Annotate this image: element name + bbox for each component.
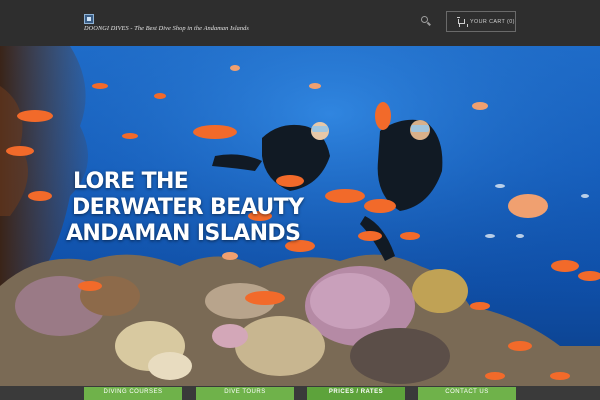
nav-prices-rates[interactable]: PRICES / RATES [307,387,405,400]
logo-icon[interactable] [84,14,94,24]
hero-line-1: LORE THE [73,169,189,194]
main-nav: DIVING COURSES DIVE TOURS PRICES / RATES… [0,386,600,400]
site-header: DOONGI DIVES - The Best Dive Shop in the… [0,0,600,46]
cart-label: YOUR CART (0) [470,18,515,25]
nav-diving-courses[interactable]: DIVING COURSES [84,387,182,400]
hero-line-3: ANDAMAN ISLANDS [66,221,301,246]
nav-label: DIVE TOURS [224,389,266,395]
search-icon[interactable] [420,15,432,27]
hero-line-2: DERWATER BEAUTY [72,195,304,220]
hero-banner: LORE THE DERWATER BEAUTY ANDAMAN ISLANDS [0,46,600,386]
site-tagline[interactable]: DOONGI DIVES - The Best Dive Shop in the… [84,25,249,32]
cart-icon [457,17,468,26]
cart-button[interactable]: YOUR CART (0) [446,11,516,32]
nav-dive-tours[interactable]: DIVE TOURS [196,387,294,400]
nav-label: DIVING COURSES [103,389,163,395]
nav-label: PRICES / RATES [328,389,384,395]
hero-headline: LORE THE DERWATER BEAUTY ANDAMAN ISLANDS [58,169,304,247]
nav-contact-us[interactable]: CONTACT US [418,387,516,400]
nav-label: CONTACT US [445,389,489,395]
